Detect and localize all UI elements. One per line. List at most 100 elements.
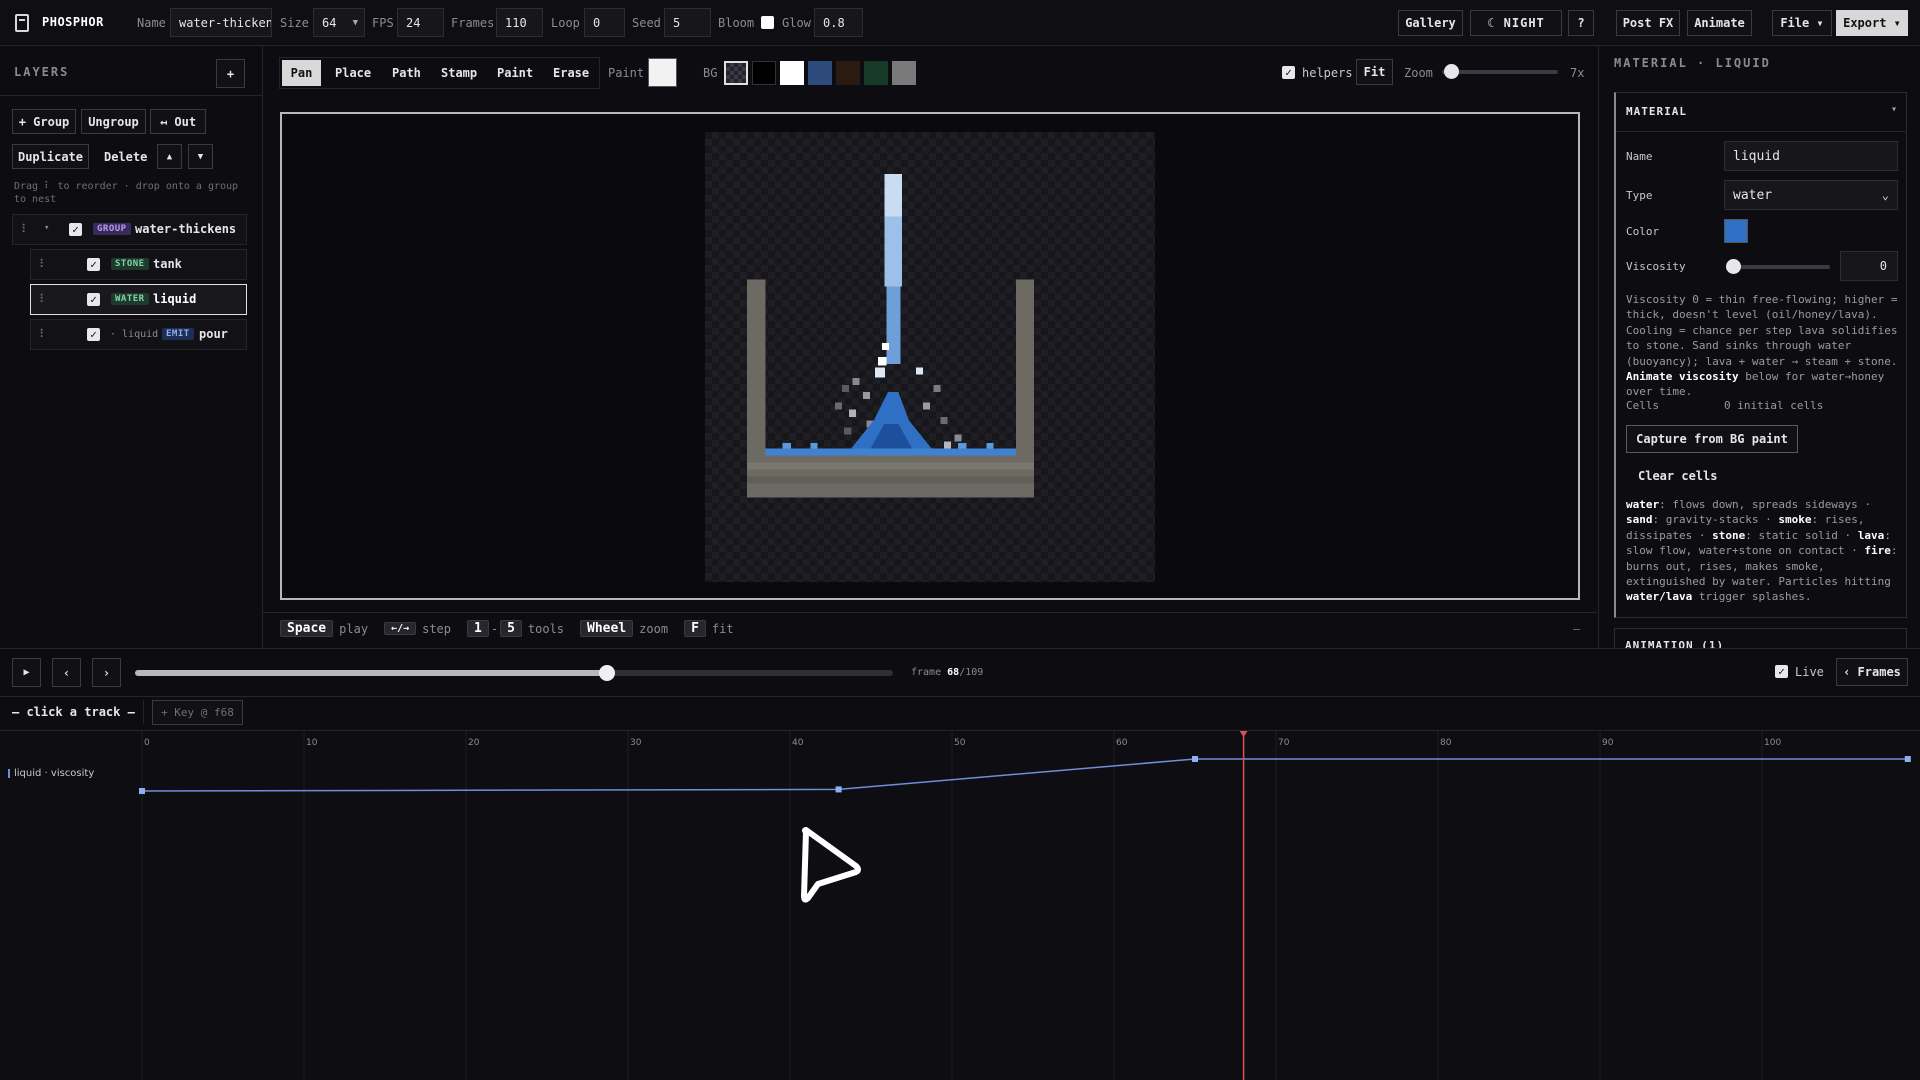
play-button[interactable]: ▶ [12,658,41,687]
fps-input[interactable]: 24 [397,8,444,37]
seed-input[interactable]: 5 [664,8,711,37]
track-selector[interactable]: — click a track — [12,705,135,719]
bloom-label: Bloom [718,16,755,30]
layer-name: pour [199,327,228,341]
post-fx-button[interactable]: Post FX [1616,10,1680,36]
layer-type-badge: EMIT [162,328,194,340]
layer-visible-checkbox[interactable]: ✓ [87,328,100,341]
layer-visible-checkbox[interactable]: ✓ [87,293,100,306]
collapse-button[interactable]: – [1573,622,1580,636]
layer-row-tank[interactable]: ⠇ ✓ STONE tank [30,249,247,280]
tool-path[interactable]: Path [392,66,421,80]
legend-text: trigger splashes. [1692,590,1812,604]
loop-input[interactable]: 0 [584,8,625,37]
layer-name: tank [153,257,182,271]
material-color-swatch[interactable] [1724,219,1748,243]
frames-toggle-button[interactable]: ‹ Frames [1836,658,1908,686]
capture-from-bg-button[interactable]: Capture from BG paint [1626,425,1798,453]
bloom-checkbox[interactable] [761,16,774,29]
layer-row-group[interactable]: ⠇ ▾ ✓ GROUP water-thickens [12,214,247,245]
fit-button[interactable]: Fit [1356,59,1393,85]
fps-label: FPS [372,16,394,30]
keyframe-graph[interactable]: 0 10 20 30 40 50 60 70 80 90 100 [0,731,1920,1080]
keyframe-point[interactable] [835,786,842,793]
collapse-arrow-icon[interactable]: ▾ [1891,104,1897,115]
night-mode-button[interactable]: ☾ NIGHT [1470,10,1562,36]
prev-frame-button[interactable]: ‹ [52,658,81,687]
material-type-select[interactable]: water ⌄ [1724,180,1898,210]
chevron-down-icon: ⌄ [1881,188,1889,202]
zoom-slider-thumb[interactable] [1444,64,1459,79]
ruler-tick-label: 40 [792,738,804,748]
zoom-slider-track[interactable] [1442,70,1558,74]
help-button[interactable]: ? [1568,10,1594,36]
export-menu-button[interactable]: Export ▾ [1836,10,1908,36]
layer-source-label: · liquid [110,329,159,340]
clear-cells-button[interactable]: Clear cells [1638,469,1717,483]
paint-color-swatch[interactable] [648,58,677,87]
expand-arrow-icon[interactable]: ▾ [44,223,49,233]
duplicate-button[interactable]: Duplicate [12,144,89,169]
live-checkbox[interactable]: ✓ [1775,665,1788,678]
material-section-title[interactable]: MATERIAL [1626,105,1687,118]
tool-pan[interactable]: Pan [282,60,321,86]
gallery-button[interactable]: Gallery [1398,10,1463,36]
tool-place[interactable]: Place [335,66,371,80]
ruler-tick-label: 10 [306,738,318,748]
bg-swatch-green[interactable] [864,61,888,85]
drag-handle-icon[interactable]: ⠇ [39,292,48,306]
keyframe-point[interactable] [1904,756,1911,762]
layer-row-liquid[interactable]: ⠇ ✓ WATER liquid [30,284,247,315]
frames-input[interactable]: 110 [496,8,543,37]
arrow-keys: ←/→ [384,622,417,635]
viscosity-input[interactable]: 0 [1840,251,1898,281]
key-5: 5 [500,620,522,637]
layer-visible-checkbox[interactable]: ✓ [69,223,82,236]
layer-visible-checkbox[interactable]: ✓ [87,258,100,271]
tool-erase[interactable]: Erase [553,66,589,80]
move-up-button[interactable]: ▲ [157,144,182,169]
next-frame-button[interactable]: › [92,658,121,687]
bg-swatch-brown[interactable] [836,61,860,85]
viscosity-slider-thumb[interactable] [1726,259,1741,274]
keyframe-point[interactable] [1192,756,1198,762]
drag-handle-icon[interactable]: ⠇ [21,222,30,236]
delete-button[interactable]: Delete [104,150,147,164]
pixel-canvas[interactable] [705,132,1155,582]
add-layer-button[interactable]: + [216,59,245,88]
out-button[interactable]: ↤ Out [150,109,206,134]
keyframe-point[interactable] [139,788,145,794]
bg-swatch-transparent[interactable] [724,61,748,85]
project-name-input[interactable]: water-thicken [170,8,272,37]
tool-stamp[interactable]: Stamp [441,66,477,80]
file-menu-button[interactable]: File ▾ [1772,10,1832,36]
add-group-button[interactable]: + Group [12,109,76,134]
tool-paint[interactable]: Paint [497,66,533,80]
animate-button[interactable]: Animate [1687,10,1752,36]
cells-value: 0 initial cells [1724,399,1824,412]
bg-swatch-gray[interactable] [892,61,916,85]
size-select[interactable]: 64 ▼ [313,8,365,37]
viscosity-slider-track[interactable] [1730,265,1830,269]
glow-input[interactable]: 0.8 [814,8,863,37]
move-down-button[interactable]: ▼ [188,144,213,169]
tools-hint: tools [527,621,565,636]
step-hint: step [422,621,452,636]
bg-swatch-white[interactable] [780,61,804,85]
legend-key: water/lava [1626,590,1693,604]
bg-swatch-black[interactable] [752,61,776,85]
layer-row-pour[interactable]: ⠇ ✓ · liquid EMIT pour [30,319,247,350]
legend-key: sand [1626,513,1653,527]
frame-scrubber-thumb[interactable] [599,665,615,681]
layer-name: liquid [153,292,197,306]
animation-section-header[interactable]: ANIMATION (1) [1614,628,1907,648]
layers-title: LAYERS [14,65,70,79]
add-key-button[interactable]: + Key @ f68 [152,700,243,725]
drag-handle-icon[interactable]: ⠇ [39,257,48,271]
helpers-checkbox[interactable]: ✓ [1282,66,1295,79]
ungroup-button[interactable]: Ungroup [81,109,146,134]
legend-text: : flows down, spreads sideways · [1659,498,1872,511]
drag-handle-icon[interactable]: ⠇ [39,327,48,341]
bg-swatch-navy[interactable] [808,61,832,85]
material-name-input[interactable]: liquid [1724,141,1898,171]
